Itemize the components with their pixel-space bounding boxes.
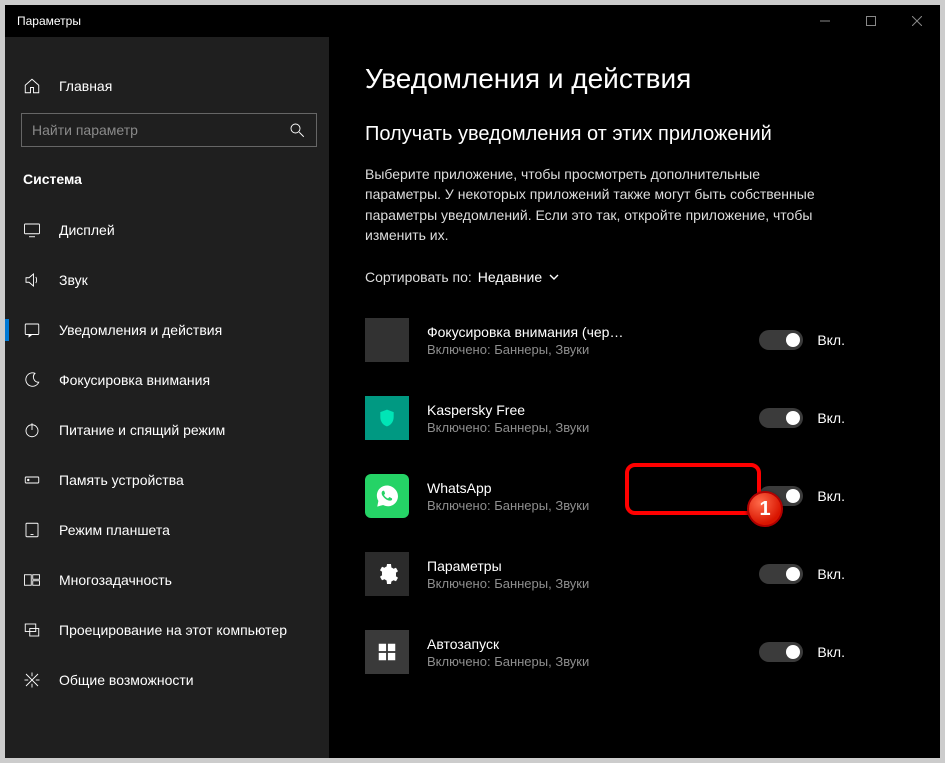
app-name: WhatsApp <box>427 480 627 496</box>
app-row-startup[interactable]: Автозапуск Включено: Баннеры, Звуки Вкл. <box>365 613 845 691</box>
sidebar-item-focus-assist[interactable]: Фокусировка внимания <box>5 355 329 405</box>
close-button[interactable] <box>894 5 940 37</box>
app-sub: Включено: Баннеры, Звуки <box>427 342 733 357</box>
sidebar-item-label: Многозадачность <box>59 572 172 588</box>
home-label: Главная <box>59 78 112 94</box>
app-list: Фокусировка внимания (через... Включено:… <box>365 301 904 691</box>
projecting-icon <box>23 621 41 639</box>
sidebar-item-notifications[interactable]: Уведомления и действия <box>5 305 329 355</box>
power-icon <box>23 421 41 439</box>
sidebar-item-label: Режим планшета <box>59 522 170 538</box>
sidebar-item-label: Проецирование на этот компьютер <box>59 622 287 638</box>
app-name: Фокусировка внимания (через... <box>427 324 627 340</box>
sort-control[interactable]: Сортировать по: Недавние <box>365 269 904 285</box>
sidebar-item-label: Фокусировка внимания <box>59 372 210 388</box>
tablet-icon <box>23 521 41 539</box>
window-controls <box>802 5 940 37</box>
app-name: Автозапуск <box>427 636 627 652</box>
sort-value: Недавние <box>478 269 542 285</box>
app-icon-kaspersky <box>365 396 409 440</box>
minimize-button[interactable] <box>802 5 848 37</box>
app-icon-focus <box>365 318 409 362</box>
app-icon-startup <box>365 630 409 674</box>
sidebar-section-title: Система <box>5 165 329 205</box>
settings-window: Параметры Главная <box>5 5 940 758</box>
app-sub: Включено: Баннеры, Звуки <box>427 654 733 669</box>
sidebar-item-label: Уведомления и действия <box>59 322 222 338</box>
sidebar-item-power-sleep[interactable]: Питание и спящий режим <box>5 405 329 455</box>
toggle-label: Вкл. <box>817 332 845 348</box>
toggle-focus-assist[interactable] <box>759 330 803 350</box>
sort-label: Сортировать по: <box>365 269 472 285</box>
sidebar-item-multitasking[interactable]: Многозадачность <box>5 555 329 605</box>
sidebar-item-home[interactable]: Главная <box>5 67 329 105</box>
toggle-label: Вкл. <box>817 410 845 426</box>
sidebar-item-shared-experiences[interactable]: Общие возможности <box>5 655 329 705</box>
window-title: Параметры <box>17 14 81 28</box>
home-icon <box>23 77 41 95</box>
section-heading: Получать уведомления от этих приложений <box>365 123 904 146</box>
app-row-settings[interactable]: Параметры Включено: Баннеры, Звуки Вкл. <box>365 535 845 613</box>
sidebar-item-label: Дисплей <box>59 222 115 238</box>
app-icon-whatsapp <box>365 474 409 518</box>
titlebar: Параметры <box>5 5 940 37</box>
app-row-focus-assist[interactable]: Фокусировка внимания (через... Включено:… <box>365 301 845 379</box>
app-row-whatsapp[interactable]: WhatsApp Включено: Баннеры, Звуки Вкл. 1 <box>365 457 845 535</box>
toggle-settings[interactable] <box>759 564 803 584</box>
app-sub: Включено: Баннеры, Звуки <box>427 498 733 513</box>
search-input[interactable] <box>21 113 317 147</box>
toggle-whatsapp[interactable] <box>759 486 803 506</box>
app-sub: Включено: Баннеры, Звуки <box>427 576 733 591</box>
app-sub: Включено: Баннеры, Звуки <box>427 420 733 435</box>
toggle-startup[interactable] <box>759 642 803 662</box>
sidebar-item-label: Звук <box>59 272 88 288</box>
toggle-kaspersky[interactable] <box>759 408 803 428</box>
sidebar-item-projecting[interactable]: Проецирование на этот компьютер <box>5 605 329 655</box>
sidebar-item-sound[interactable]: Звук <box>5 255 329 305</box>
notifications-icon <box>23 321 41 339</box>
storage-icon <box>23 471 41 489</box>
main-content: Уведомления и действия Получать уведомле… <box>329 37 940 758</box>
search-icon <box>288 121 306 139</box>
app-row-kaspersky[interactable]: Kaspersky Free Включено: Баннеры, Звуки … <box>365 379 845 457</box>
sidebar-item-label: Питание и спящий режим <box>59 422 225 438</box>
sidebar-item-tablet-mode[interactable]: Режим планшета <box>5 505 329 555</box>
section-description: Выберите приложение, чтобы просмотреть д… <box>365 164 835 245</box>
sidebar-item-display[interactable]: Дисплей <box>5 205 329 255</box>
sidebar-item-label: Общие возможности <box>59 672 194 688</box>
toggle-label: Вкл. <box>817 566 845 582</box>
multitasking-icon <box>23 571 41 589</box>
display-icon <box>23 221 41 239</box>
sidebar: Главная Система Дисплей Звук <box>5 37 329 758</box>
sidebar-item-storage[interactable]: Память устройства <box>5 455 329 505</box>
shared-icon <box>23 671 41 689</box>
maximize-button[interactable] <box>848 5 894 37</box>
app-name: Параметры <box>427 558 627 574</box>
sound-icon <box>23 271 41 289</box>
search-field[interactable] <box>32 122 288 138</box>
app-name: Kaspersky Free <box>427 402 627 418</box>
sidebar-item-label: Память устройства <box>59 472 184 488</box>
toggle-label: Вкл. <box>817 644 845 660</box>
moon-icon <box>23 371 41 389</box>
page-title: Уведомления и действия <box>365 63 904 95</box>
toggle-label: Вкл. <box>817 488 845 504</box>
app-icon-settings <box>365 552 409 596</box>
chevron-down-icon <box>548 271 560 283</box>
